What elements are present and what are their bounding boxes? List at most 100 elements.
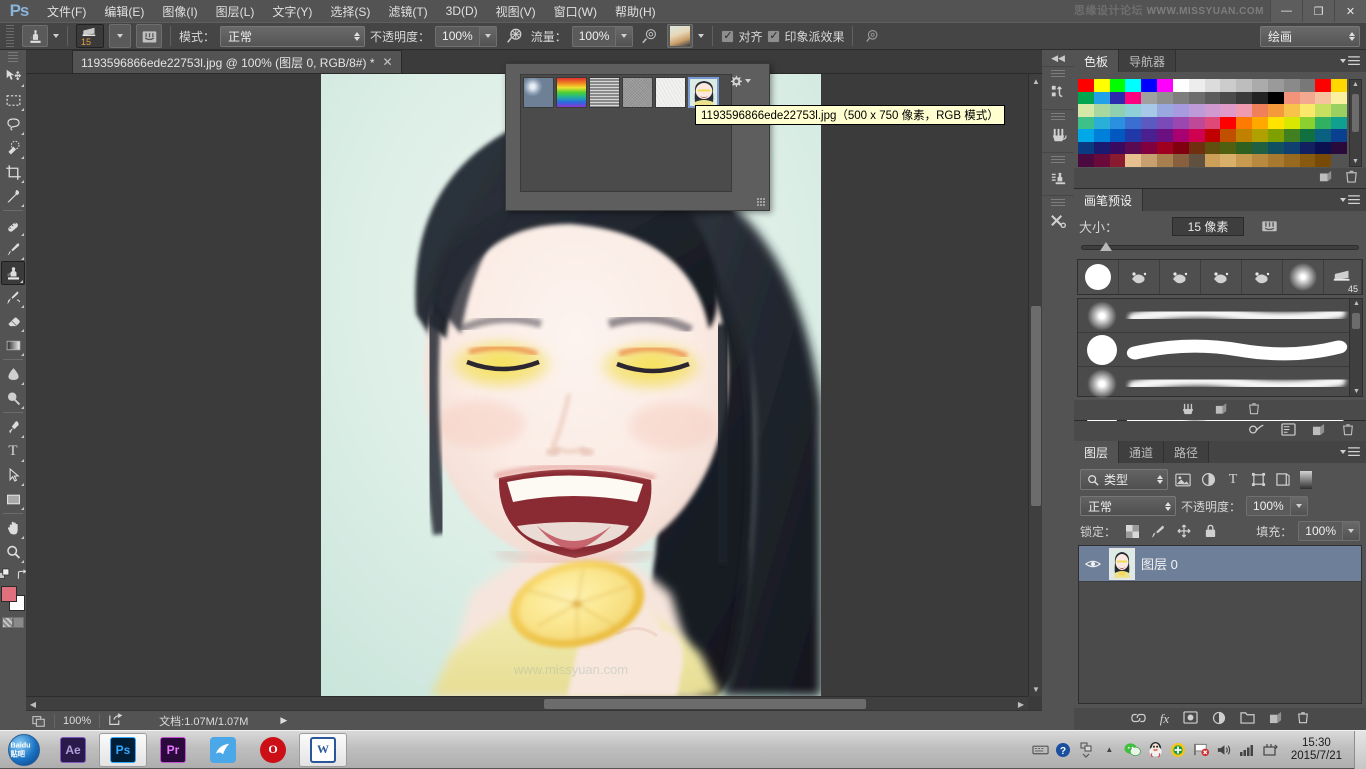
bubbles-pattern-swatch[interactable] [523,77,554,108]
color-swatch[interactable] [1252,79,1268,92]
wechat-icon[interactable] [1124,741,1141,758]
color-swatch[interactable] [1141,92,1157,105]
shape-tool[interactable] [1,487,25,511]
filter-toggle-switch[interactable] [1300,471,1312,489]
color-swatch[interactable] [1078,142,1094,155]
color-swatch[interactable] [1300,79,1316,92]
color-swatch[interactable] [1252,142,1268,155]
show-desktop-button[interactable] [1354,731,1366,769]
color-swatch[interactable] [1141,79,1157,92]
color-swatch[interactable] [1141,129,1157,142]
lock-image-icon[interactable] [1148,521,1168,541]
show-hidden-icons-icon[interactable] [1078,741,1095,758]
current-tool-icon[interactable] [22,25,48,47]
color-swatch[interactable] [1220,117,1236,130]
color-swatch[interactable] [1252,129,1268,142]
flow-field-group[interactable]: 100% [572,26,634,47]
color-swatch[interactable] [1157,129,1173,142]
tab-paths[interactable]: 路径 [1164,441,1209,463]
color-swatch[interactable] [1189,117,1205,130]
tool-presets-panel-icon[interactable] [1044,207,1072,235]
lasso-tool[interactable] [1,112,25,136]
color-swatch[interactable] [1189,154,1205,167]
layer-list[interactable]: 图层 0 [1078,545,1362,704]
color-swatch[interactable] [1078,79,1094,92]
share-icon[interactable] [108,713,123,729]
menu-filter[interactable]: 滤镜(T) [379,0,436,23]
start-button[interactable]: Baidu 贴吧 [0,732,48,768]
delete-layer-icon[interactable] [1297,711,1309,727]
brush-size-slider[interactable] [1081,245,1359,250]
panel-gripper[interactable] [1051,156,1065,163]
color-swatch[interactable] [1236,129,1252,142]
color-swatch[interactable] [1252,104,1268,117]
color-swatch[interactable] [1094,79,1110,92]
color-swatch[interactable] [1252,117,1268,130]
tab-navigator[interactable]: 导航器 [1119,50,1176,72]
vertical-scroll-thumb[interactable] [1031,306,1041,506]
color-swatch[interactable] [1078,104,1094,117]
taskbar-foxmail[interactable] [199,733,247,767]
brush-stroke-soft-2[interactable] [1078,367,1349,401]
color-swatch[interactable] [1236,104,1252,117]
blur-tool[interactable] [1,362,25,386]
brush-thumb-spatter-4[interactable] [1242,260,1283,294]
clone-source-panel-group[interactable] [1042,152,1074,195]
color-swatch[interactable] [1205,104,1221,117]
taskbar-opera[interactable]: O [249,733,297,767]
lines-pattern-swatch[interactable] [589,77,620,108]
brush-panel-group[interactable] [1042,109,1074,152]
color-swatch[interactable] [1125,92,1141,105]
color-swatch[interactable] [1331,129,1347,142]
color-swatch[interactable] [1157,117,1173,130]
collapse-panels-icon[interactable]: ◀◀ [1042,50,1074,66]
quick-selection-tool[interactable] [1,136,25,160]
color-swatch[interactable] [1268,117,1284,130]
panel-gripper[interactable] [1051,70,1065,77]
color-swatch[interactable] [1173,79,1189,92]
brush-presets-menu-icon[interactable] [1340,189,1366,211]
color-swatch[interactable] [1094,104,1110,117]
toggle-brush-panel-button[interactable] [136,24,162,48]
panel-gripper[interactable] [1051,199,1065,206]
aligned-checkbox[interactable]: ✓ [721,30,734,43]
color-swatch[interactable] [1220,154,1236,167]
color-swatch[interactable] [1173,154,1189,167]
type-tool[interactable]: T [1,439,25,463]
qq-icon[interactable] [1147,741,1164,758]
color-swatch[interactable] [1125,79,1141,92]
path-selection-tool[interactable] [1,463,25,487]
color-swatch[interactable] [1157,154,1173,167]
rainbow-pattern-swatch[interactable] [556,77,587,108]
history-brush-tool[interactable] [1,285,25,309]
pattern-picker-list[interactable] [520,74,732,192]
brush-size-preview[interactable]: 15 [76,24,104,48]
color-swatch[interactable] [1268,79,1284,92]
color-swatch[interactable] [1284,104,1300,117]
taskbar-after-effects[interactable]: Ae [49,733,97,767]
antivirus-icon[interactable] [1170,741,1187,758]
color-swatch[interactable] [1189,142,1205,155]
color-swatch[interactable] [1094,142,1110,155]
menu-view[interactable]: 视图(V) [487,0,545,23]
scroll-up-icon[interactable]: ▲ [1029,74,1042,88]
tool-presets-panel-group[interactable] [1042,195,1074,238]
color-swatch[interactable] [1300,117,1316,130]
lock-all-icon[interactable] [1200,521,1220,541]
color-swatch[interactable] [1110,129,1126,142]
color-swatch[interactable] [1331,117,1347,130]
color-swatch[interactable] [1220,129,1236,142]
color-swatch[interactable] [1173,104,1189,117]
pattern-swatch-button[interactable] [667,24,693,48]
opacity-value[interactable]: 100% [435,26,480,47]
color-swatch[interactable] [1094,129,1110,142]
color-swatch[interactable] [1141,104,1157,117]
default-colors-icon[interactable] [0,568,12,582]
brush-thumb-textured[interactable]: 45 [1324,260,1362,294]
brush-thumb-soft-glow[interactable] [1283,260,1324,294]
screen-mode-icon[interactable] [32,714,46,728]
filter-smart-object-icon[interactable] [1273,470,1293,490]
new-swatch-icon[interactable] [1319,170,1333,186]
delete-layer-icon[interactable] [1342,423,1354,439]
taskbar-clock[interactable]: 15:30 2015/7/21 [1285,737,1348,763]
